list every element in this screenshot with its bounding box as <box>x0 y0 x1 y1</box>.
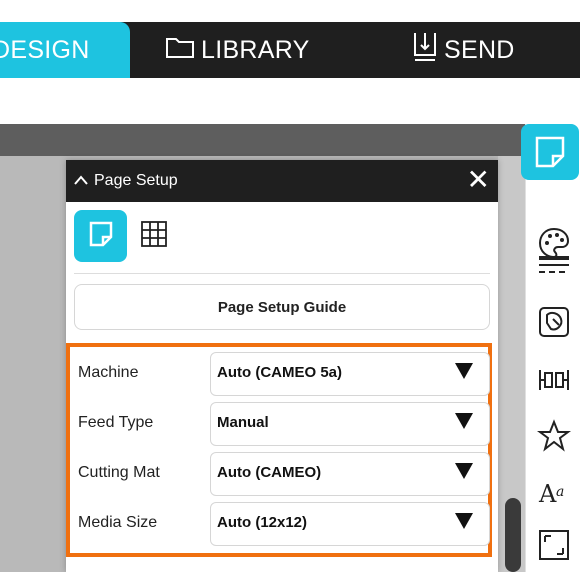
media-size-select[interactable]: Auto (12x12) <box>210 502 490 546</box>
svg-text:a: a <box>556 484 564 500</box>
top-navigation: DESIGN LIBRARY SEND <box>0 0 580 78</box>
dropdown-arrow-icon <box>455 363 473 379</box>
cutting-mat-value: Auto (CAMEO) <box>217 464 322 481</box>
tab-send-label: SEND <box>444 35 515 64</box>
panel-divider <box>74 273 490 274</box>
field-media-size: Media Size Auto (12x12) <box>78 502 492 546</box>
page-icon <box>89 221 113 252</box>
align-icon[interactable] <box>526 359 580 401</box>
tab-library[interactable]: LIBRARY <box>165 22 335 78</box>
right-toolbar: Aa <box>525 124 580 572</box>
canvas-ruler <box>0 124 525 156</box>
field-cutting-mat-label: Cutting Mat <box>78 464 160 481</box>
tab-send[interactable]: SEND <box>412 22 552 78</box>
svg-text:A: A <box>538 480 557 508</box>
field-cutting-mat: Cutting Mat Auto (CAMEO) <box>78 452 492 496</box>
page-setup-icon <box>535 136 565 173</box>
field-feed-type: Feed Type Manual <box>78 402 492 446</box>
tab-design[interactable]: DESIGN <box>0 22 130 78</box>
machine-value: Auto (CAMEO 5a) <box>217 364 342 381</box>
close-icon[interactable]: ✕ <box>467 166 490 194</box>
panel-title: Page Setup <box>94 172 178 189</box>
send-icon <box>412 31 438 70</box>
view-page-button[interactable] <box>74 210 127 262</box>
media-size-value: Auto (12x12) <box>217 514 308 531</box>
page-setup-tool[interactable] <box>521 124 579 180</box>
field-feed-type-label: Feed Type <box>78 414 154 431</box>
tab-library-label: LIBRARY <box>201 35 310 64</box>
toolbar-area <box>0 78 580 124</box>
feed-type-select[interactable]: Manual <box>210 402 490 446</box>
folder-icon <box>165 35 195 66</box>
field-machine: Machine Auto (CAMEO 5a) <box>78 352 492 396</box>
chevron-up-icon[interactable] <box>74 172 88 190</box>
trace-icon[interactable] <box>526 301 580 343</box>
feed-type-value: Manual <box>217 414 269 431</box>
tab-design-label: DESIGN <box>0 35 90 64</box>
page-setup-guide-button[interactable]: Page Setup Guide <box>74 284 490 330</box>
transform-icon[interactable] <box>526 524 580 566</box>
machine-select[interactable]: Auto (CAMEO 5a) <box>210 352 490 396</box>
dropdown-arrow-icon <box>455 413 473 429</box>
line-style-icon[interactable] <box>526 244 580 286</box>
scrollbar-thumb[interactable] <box>505 498 521 572</box>
cutting-mat-select[interactable]: Auto (CAMEO) <box>210 452 490 496</box>
text-style-icon[interactable]: Aa <box>526 471 580 513</box>
dropdown-arrow-icon <box>455 463 473 479</box>
view-grid-button[interactable] <box>136 218 172 254</box>
replicate-icon[interactable] <box>526 415 580 457</box>
field-machine-label: Machine <box>78 364 139 381</box>
dropdown-arrow-icon <box>455 513 473 529</box>
grid-icon <box>141 220 167 252</box>
panel-header: Page Setup ✕ <box>66 160 498 202</box>
field-media-size-label: Media Size <box>78 514 158 531</box>
